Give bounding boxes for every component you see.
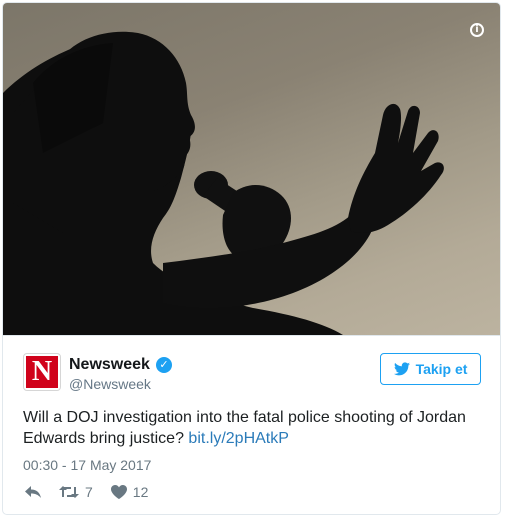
info-icon[interactable]: i [470, 23, 484, 37]
like-button[interactable]: 12 [110, 484, 149, 500]
verified-badge-icon: ✓ [155, 357, 172, 373]
tweet-link[interactable]: bit.ly/2pHAtkP [188, 430, 288, 447]
retweet-button[interactable]: 7 [59, 484, 93, 500]
follow-button[interactable]: Takip et [380, 353, 481, 385]
heart-icon [110, 485, 127, 499]
retweet-icon [59, 486, 79, 498]
silhouette-image [3, 31, 444, 335]
tweet-photo[interactable]: i [3, 3, 500, 335]
author-handle[interactable]: @Newsweek [69, 376, 151, 392]
tweet-timestamp[interactable]: 00:30 - 17 May 2017 [23, 457, 151, 473]
tweet-text: Will a DOJ investigation into the fatal … [23, 407, 483, 449]
reply-button[interactable] [25, 485, 41, 499]
tweet-body: N Newsweek ✓ @Newsweek Takip et Will a D… [3, 335, 500, 514]
author-display-name[interactable]: Newsweek [69, 356, 150, 374]
author-name-row[interactable]: Newsweek ✓ [69, 355, 172, 375]
twitter-bird-icon [393, 362, 410, 376]
tweet-card[interactable]: i N Newsweek ✓ @Newsweek Takip et Will a… [2, 2, 501, 515]
like-count: 12 [132, 484, 149, 500]
avatar[interactable]: N [23, 353, 61, 391]
reply-icon [25, 486, 41, 498]
follow-button-label: Takip et [415, 361, 468, 377]
newsweek-logo: N [26, 356, 58, 388]
tweet-actions: 7 12 [25, 483, 166, 501]
retweet-count: 7 [85, 484, 93, 500]
